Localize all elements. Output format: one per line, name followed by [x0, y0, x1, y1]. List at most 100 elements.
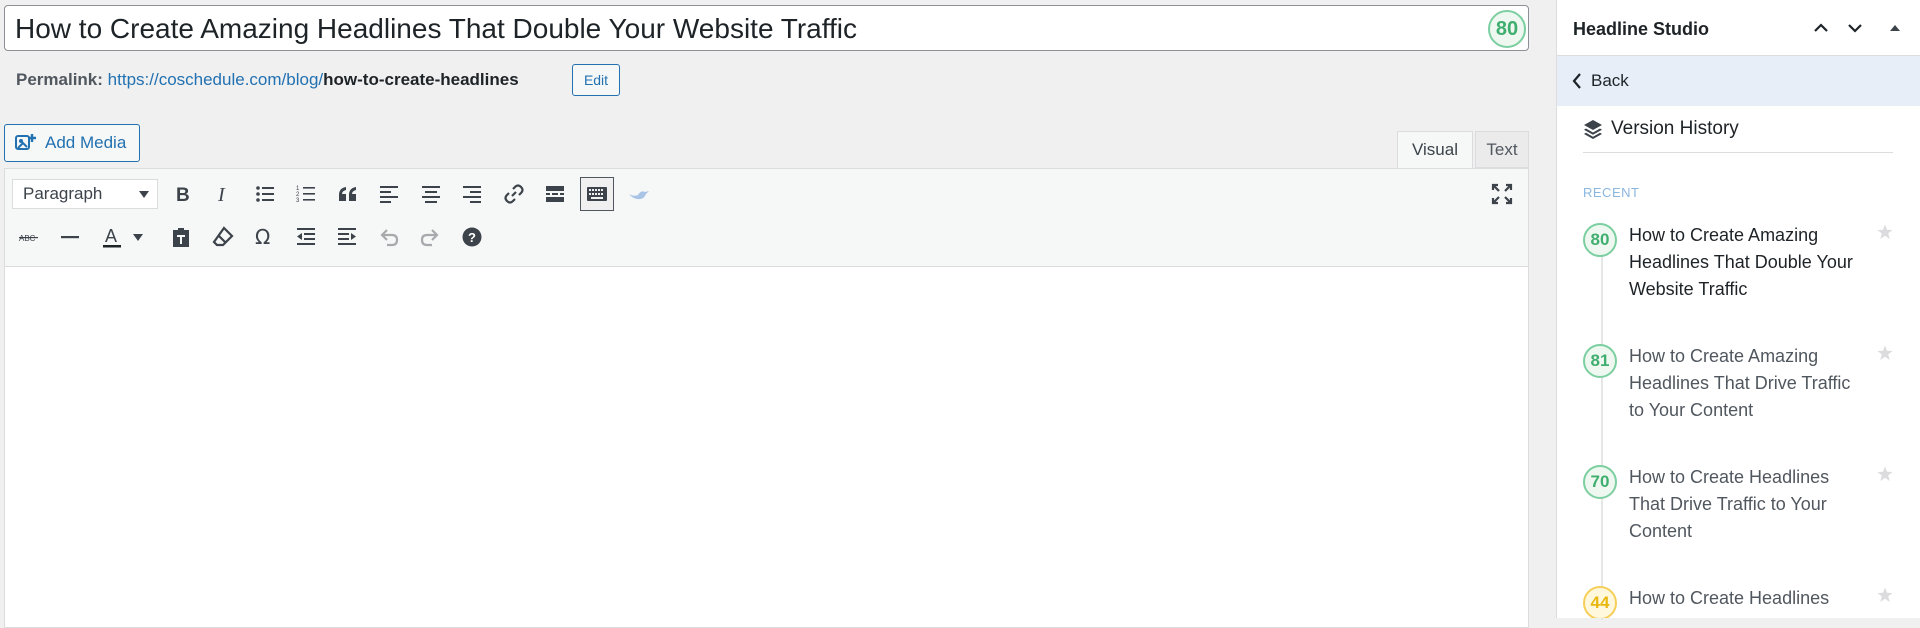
- read-more-button[interactable]: [538, 177, 572, 211]
- svg-text:ABC: ABC: [19, 234, 36, 243]
- permalink-slug[interactable]: how-to-create-headlines: [323, 70, 519, 89]
- star-icon[interactable]: [1877, 466, 1893, 482]
- version-item[interactable]: 80 How to Create Amazing Headlines That …: [1557, 222, 1920, 322]
- move-down-button[interactable]: [1843, 16, 1867, 40]
- redo-icon: [420, 229, 439, 247]
- paste-text-button[interactable]: [164, 220, 198, 254]
- headline-score-badge[interactable]: 80: [1488, 10, 1526, 48]
- read-more-icon: [546, 186, 564, 202]
- special-character-button[interactable]: Ω: [247, 220, 281, 254]
- chevron-up-icon: [1814, 23, 1828, 32]
- add-media-button[interactable]: Add Media: [4, 124, 140, 162]
- version-headline: How to Create Amazing Headlines That Dri…: [1629, 346, 1851, 420]
- align-center-button[interactable]: [414, 177, 448, 211]
- text-color-dropdown[interactable]: [129, 220, 147, 254]
- move-up-button[interactable]: [1809, 16, 1833, 40]
- indent-icon: [338, 228, 356, 245]
- version-headline: How to Create Headlines: [1629, 588, 1830, 608]
- editor-toolbar: Paragraph B I 123 ABC A Ω ?: [5, 169, 1528, 267]
- chevron-down-icon: [133, 233, 143, 241]
- redo-button[interactable]: [413, 220, 447, 254]
- fullscreen-button[interactable]: [1485, 177, 1519, 211]
- clear-formatting-button[interactable]: [206, 220, 240, 254]
- undo-button[interactable]: [372, 220, 406, 254]
- version-headline: How to Create Amazing Headlines That Dou…: [1629, 225, 1853, 299]
- layers-icon: [1584, 120, 1602, 139]
- add-media-label: Add Media: [45, 133, 127, 152]
- version-headline: How to Create Headlines That Drive Traff…: [1629, 467, 1830, 541]
- permalink-row: Permalink: https://coschedule.com/blog/h…: [16, 70, 519, 90]
- align-right-button[interactable]: [455, 177, 489, 211]
- horizontal-line-icon: [61, 236, 79, 239]
- clear-formatting-icon: [212, 226, 234, 247]
- bold-icon: B: [176, 185, 190, 205]
- chevron-down-icon: [139, 191, 149, 198]
- version-item[interactable]: 70 How to Create Headlines That Drive Tr…: [1557, 464, 1920, 564]
- format-select[interactable]: Paragraph: [12, 179, 158, 209]
- italic-button[interactable]: I: [206, 177, 240, 211]
- bullet-list-button[interactable]: [248, 177, 282, 211]
- collapse-panel-button[interactable]: [1883, 16, 1907, 40]
- text-color-button[interactable]: A: [95, 220, 129, 254]
- align-left-icon: [380, 186, 398, 203]
- undo-icon: [380, 229, 399, 247]
- recent-label: RECENT: [1583, 185, 1640, 200]
- strikethrough-icon: ABC: [19, 234, 38, 243]
- panel-title: Headline Studio: [1573, 19, 1710, 39]
- edit-permalink-button[interactable]: Edit: [572, 64, 620, 96]
- content-editor[interactable]: Paragraph B I 123 ABC A Ω ?: [4, 168, 1529, 628]
- svg-text:B: B: [176, 185, 190, 205]
- bold-button[interactable]: B: [165, 177, 199, 211]
- bird-icon: [629, 191, 649, 200]
- post-title-field[interactable]: How to Create Amazing Headlines That Dou…: [4, 5, 1529, 51]
- svg-text:I: I: [217, 184, 226, 205]
- help-button[interactable]: ?: [455, 220, 489, 254]
- link-icon: [504, 184, 524, 204]
- star-icon[interactable]: [1877, 587, 1893, 603]
- add-media-icon: [15, 134, 36, 150]
- bullet-list-icon: [256, 186, 274, 202]
- permalink-label: Permalink:: [16, 70, 103, 89]
- paste-text-icon: [173, 228, 189, 247]
- post-title-text[interactable]: How to Create Amazing Headlines That Dou…: [15, 14, 857, 44]
- tab-text[interactable]: Text: [1475, 131, 1529, 168]
- outdent-button[interactable]: [289, 220, 323, 254]
- indent-button[interactable]: [330, 220, 364, 254]
- svg-text:?: ?: [468, 230, 476, 245]
- align-center-icon: [422, 186, 440, 203]
- permalink-url-link[interactable]: https://coschedule.com/blog/: [108, 70, 323, 89]
- version-score-badge: 70: [1583, 465, 1617, 499]
- star-icon[interactable]: [1877, 224, 1893, 240]
- version-history-label: Version History: [1611, 118, 1739, 139]
- tab-visual[interactable]: Visual: [1397, 131, 1473, 168]
- italic-icon: I: [217, 184, 226, 205]
- back-button[interactable]: Back: [1557, 56, 1920, 106]
- version-score-badge: 44: [1583, 586, 1617, 618]
- svg-text:3: 3: [296, 198, 300, 204]
- panel-header: Headline Studio: [1557, 0, 1920, 56]
- help-icon: ?: [462, 227, 482, 247]
- bird-button[interactable]: [622, 177, 656, 211]
- version-item[interactable]: 44 How to Create Headlines: [1557, 585, 1920, 618]
- chevron-down-icon: [1848, 24, 1862, 33]
- blockquote-button[interactable]: [331, 177, 365, 211]
- back-label: Back: [1591, 71, 1629, 90]
- headline-studio-panel: Headline Studio Back Version History REC…: [1556, 0, 1920, 620]
- version-history-heading: Version History: [1583, 118, 1739, 140]
- align-left-button[interactable]: [372, 177, 406, 211]
- align-right-icon: [463, 186, 481, 203]
- star-icon[interactable]: [1877, 345, 1893, 361]
- strikethrough-button[interactable]: ABC: [12, 220, 46, 254]
- numbered-list-button[interactable]: 123: [289, 177, 323, 211]
- insert-link-button[interactable]: [497, 177, 531, 211]
- format-select-value: Paragraph: [23, 184, 103, 203]
- svg-text:A: A: [105, 226, 117, 246]
- version-item[interactable]: 81 How to Create Amazing Headlines That …: [1557, 343, 1920, 443]
- caret-up-icon: [1890, 25, 1900, 31]
- fullscreen-icon: [1491, 183, 1513, 205]
- toolbar-toggle-button[interactable]: [580, 177, 614, 211]
- horizontal-line-button[interactable]: [53, 220, 87, 254]
- outdent-icon: [297, 228, 315, 245]
- svg-text:Ω: Ω: [255, 226, 270, 248]
- version-score-badge: 80: [1583, 223, 1617, 257]
